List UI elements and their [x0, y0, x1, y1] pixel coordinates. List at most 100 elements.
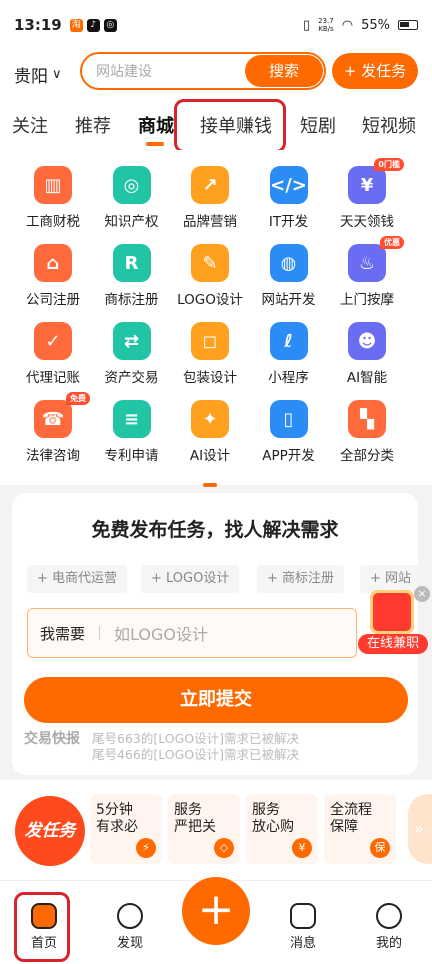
grid-item[interactable]: ▚ 全部分类	[324, 400, 410, 464]
promo-tag: 免费	[66, 392, 90, 405]
chevron-down-icon: ∨	[52, 67, 62, 82]
post-task-button[interactable]: + 发任务	[332, 53, 418, 89]
grid-item-label: LOGO设计	[177, 292, 243, 308]
grid-item-label: IT开发	[268, 214, 309, 230]
post-task-badge[interactable]: 发任务	[15, 796, 85, 866]
highlight-box	[14, 892, 70, 962]
vibrate-icon: ▯	[303, 17, 311, 33]
nav-discover[interactable]: 发现	[102, 903, 158, 951]
grid-item[interactable]: ⇄ 资产交易	[89, 322, 175, 386]
chip-ecommerce[interactable]: + 电商代运营	[27, 565, 128, 593]
app-notification-icon: 淘	[69, 18, 83, 32]
palette-icon: ✎	[191, 244, 229, 282]
wifi-icon: ◠	[341, 17, 354, 33]
grid-item-label: 上门按摩	[340, 292, 394, 308]
part-time-promo[interactable]: 在线兼职 ×	[358, 586, 430, 656]
grid-item[interactable]: ℓ 小程序	[246, 322, 332, 386]
promo-tag: 0门槛	[374, 158, 404, 171]
grid-item[interactable]: ☎ 免费 法律咨询	[10, 392, 96, 464]
all-categories-icon: ▚	[348, 400, 386, 438]
home-icon: ⌂	[34, 244, 72, 282]
grid-item-label: AI设计	[189, 448, 231, 464]
tiktok-icon: ♪	[86, 18, 100, 32]
feature-card[interactable]: 服务 放心购 ¥	[246, 794, 318, 864]
need-placeholder: 如LOGO设计	[114, 625, 208, 644]
search-input[interactable]: 网站建设	[82, 61, 245, 81]
search-button[interactable]: 搜索	[245, 55, 323, 87]
submit-button[interactable]: 立即提交	[24, 677, 408, 723]
need-label: 我需要	[40, 624, 86, 643]
feature-card[interactable]: 服务 严把关 ◇	[168, 794, 240, 864]
publish-button[interactable]: +	[182, 877, 250, 945]
grid-item[interactable]: ¥0门槛天天领钱	[324, 158, 410, 230]
close-icon[interactable]: ×	[414, 586, 430, 602]
grid-item[interactable]: ♨ 优惠上门按摩	[324, 236, 410, 308]
grid-item[interactable]: ▥ 工商财税	[10, 166, 96, 230]
more-arrow-icon[interactable]: »	[408, 794, 432, 864]
grid-item[interactable]: R 商标注册	[89, 244, 175, 308]
trademark-icon: R	[112, 244, 151, 282]
money-bag-icon: ¥0门槛	[348, 158, 404, 204]
globe-icon: ◍	[269, 244, 308, 282]
grid-item-label: 商标注册	[104, 292, 159, 308]
grid-item[interactable]: ✦ AI设计	[167, 400, 253, 464]
grid-item[interactable]: ✎ LOGO设计	[167, 244, 253, 308]
grid-item[interactable]: ✓ 代理记账	[10, 322, 96, 386]
highlight-box	[174, 99, 286, 153]
feature-card[interactable]: 5分钟 有求必 ⚡	[90, 794, 162, 864]
magic-wand-icon: ✦	[191, 400, 229, 438]
chart-up-icon: ↗	[191, 166, 229, 204]
nav-messages[interactable]: 消息	[275, 903, 331, 951]
ticker-line: 尾号663的[LOGO设计]需求已被解决	[92, 731, 299, 746]
grid-item-label: APP开发	[262, 448, 315, 464]
tab-recommend[interactable]: 推荐	[75, 112, 111, 138]
feature-text: 5分钟 有求必	[96, 802, 138, 835]
ip-icon: ◎	[112, 166, 151, 204]
city-selector[interactable]: 贵阳 ∨	[14, 62, 62, 87]
grid-item[interactable]: </> IT开发	[246, 166, 332, 230]
gift-box-icon	[370, 590, 414, 634]
page-dot-active	[203, 483, 217, 487]
grid-item[interactable]: ☻ AI智能	[324, 322, 410, 386]
robot-icon: ☻	[348, 322, 386, 360]
card-title: 免费发布任务，找人解决需求	[91, 519, 339, 541]
grid-item[interactable]: ↗ 品牌营销	[167, 166, 253, 230]
app-icon: ▯	[269, 400, 308, 438]
tab-mall[interactable]: 商城	[138, 112, 174, 146]
grid-item-label: 代理记账	[26, 370, 80, 386]
nav-profile[interactable]: 我的	[361, 903, 417, 951]
massage-icon: ♨ 优惠	[348, 236, 404, 282]
need-input[interactable]: 我需要 如LOGO设计	[27, 608, 357, 658]
network-speed: 23.7 KB/s	[318, 17, 334, 33]
code-monitor-icon: </>	[269, 166, 308, 204]
feature-card[interactable]: 全流程 保障保	[324, 794, 396, 864]
grid-item[interactable]: ◻ 包装设计	[167, 322, 253, 386]
search-bar[interactable]: 网站建设 搜索	[80, 52, 326, 90]
ticker-lines: 尾号663的[LOGO设计]需求已被解决 尾号466的[LOGO设计]需求已被解…	[92, 731, 299, 763]
grid-item-label: 专利申请	[104, 448, 159, 464]
chip-trademark[interactable]: + 商标注册	[257, 565, 345, 593]
tab-follow[interactable]: 关注	[12, 112, 48, 138]
mini-program-icon: ℓ	[269, 322, 308, 360]
grid-item[interactable]: ⌂ 公司注册	[10, 244, 96, 308]
tab-short-drama[interactable]: 短剧	[300, 112, 336, 138]
yen-icon: ¥	[292, 838, 312, 858]
exchange-icon: ⇄	[112, 322, 151, 360]
grid-item[interactable]: ▯ APP开发	[246, 400, 332, 464]
grid-item-label: 小程序	[268, 370, 309, 386]
tab-short-video[interactable]: 短视频	[362, 112, 416, 138]
grid-item-label: AI智能	[346, 370, 388, 386]
deal-ticker: 交易快报 尾号663的[LOGO设计]需求已被解决 尾号466的[LOGO设计]…	[24, 731, 384, 763]
grid-item-label: 天天领钱	[340, 214, 394, 230]
grid-item[interactable]: ◍ 网站开发	[246, 244, 332, 308]
chip-logo[interactable]: + LOGO设计	[141, 565, 240, 593]
grid-item[interactable]: ≡ 专利申请	[89, 400, 175, 464]
bag-icon: ◻	[191, 322, 229, 360]
feature-text: 服务 放心购	[252, 802, 294, 835]
patent-icon: ≡	[112, 400, 151, 438]
divider	[99, 626, 101, 640]
planet-icon	[117, 903, 143, 929]
city-name: 贵阳	[14, 67, 48, 87]
grid-item[interactable]: ◎ 知识产权	[89, 166, 175, 230]
grid-item-label: 品牌营销	[183, 214, 237, 230]
